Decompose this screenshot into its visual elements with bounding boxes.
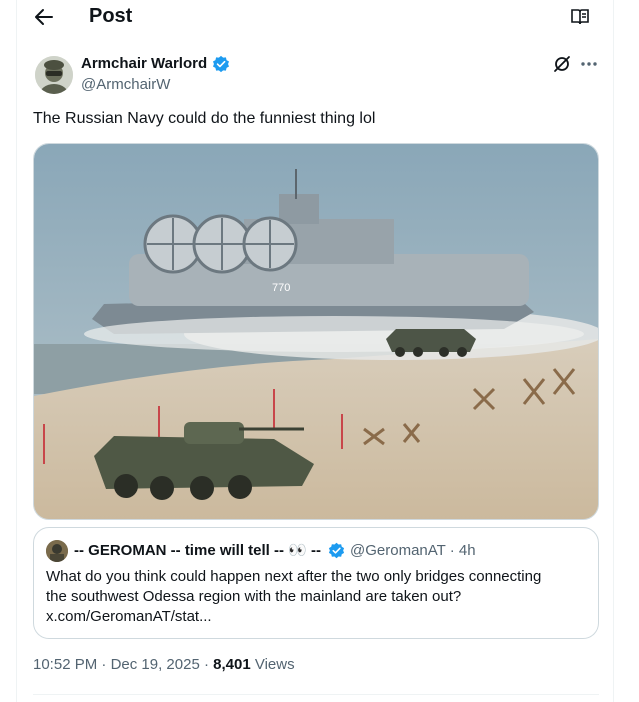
post-time[interactable]: 10:52 PM: [33, 656, 97, 673]
quoted-verified-badge-icon: [328, 542, 345, 559]
author-name[interactable]: Armchair Warlord: [81, 55, 207, 72]
quoted-separator: ·: [449, 542, 455, 559]
post-date[interactable]: Dec 19, 2025: [111, 656, 200, 673]
quoted-post[interactable]: -- GEROMAN -- time will tell -- 👀 -- @Ge…: [33, 527, 599, 639]
quoted-meta: @GeromanAT · 4h: [350, 542, 476, 559]
views-label: Views: [254, 656, 295, 673]
post-metadata: 10:52 PM · Dec 19, 2025 · 8,401 Views: [33, 656, 295, 673]
post-column: Post Armchair Warlord @ArmchairW The Rus…: [16, 0, 614, 702]
post-text: The Russian Navy could do the funniest t…: [33, 110, 376, 127]
page-title: Post: [89, 5, 133, 27]
back-arrow-icon[interactable]: [34, 8, 54, 26]
top-bar: Post: [17, 0, 613, 34]
divider: [33, 694, 599, 695]
quoted-avatar[interactable]: [46, 540, 68, 562]
quoted-link[interactable]: x.com/GeromanAT/stat...: [46, 607, 576, 627]
quoted-text-line: What do you think could happen next afte…: [46, 568, 542, 585]
quoted-text: What do you think could happen next afte…: [46, 567, 576, 627]
quoted-time[interactable]: 4h: [459, 542, 476, 559]
meta-separator: ·: [101, 656, 107, 673]
quoted-text-line: the southwest Odessa region with the mai…: [46, 588, 462, 605]
hull-number: 770: [272, 282, 290, 294]
post-image[interactable]: 770: [33, 143, 599, 520]
author-handle[interactable]: @ArmchairW: [81, 76, 170, 93]
quoted-handle[interactable]: @GeromanAT: [350, 542, 446, 559]
verified-badge-icon: [212, 55, 230, 73]
more-icon[interactable]: [579, 55, 599, 73]
author-avatar[interactable]: [35, 56, 73, 94]
meta-separator: ·: [203, 656, 209, 673]
reader-mode-icon[interactable]: [570, 8, 590, 26]
quoted-author-name[interactable]: -- GEROMAN -- time will tell -- 👀 --: [74, 541, 321, 559]
grok-icon[interactable]: [553, 55, 571, 73]
views-count: 8,401: [213, 656, 251, 673]
